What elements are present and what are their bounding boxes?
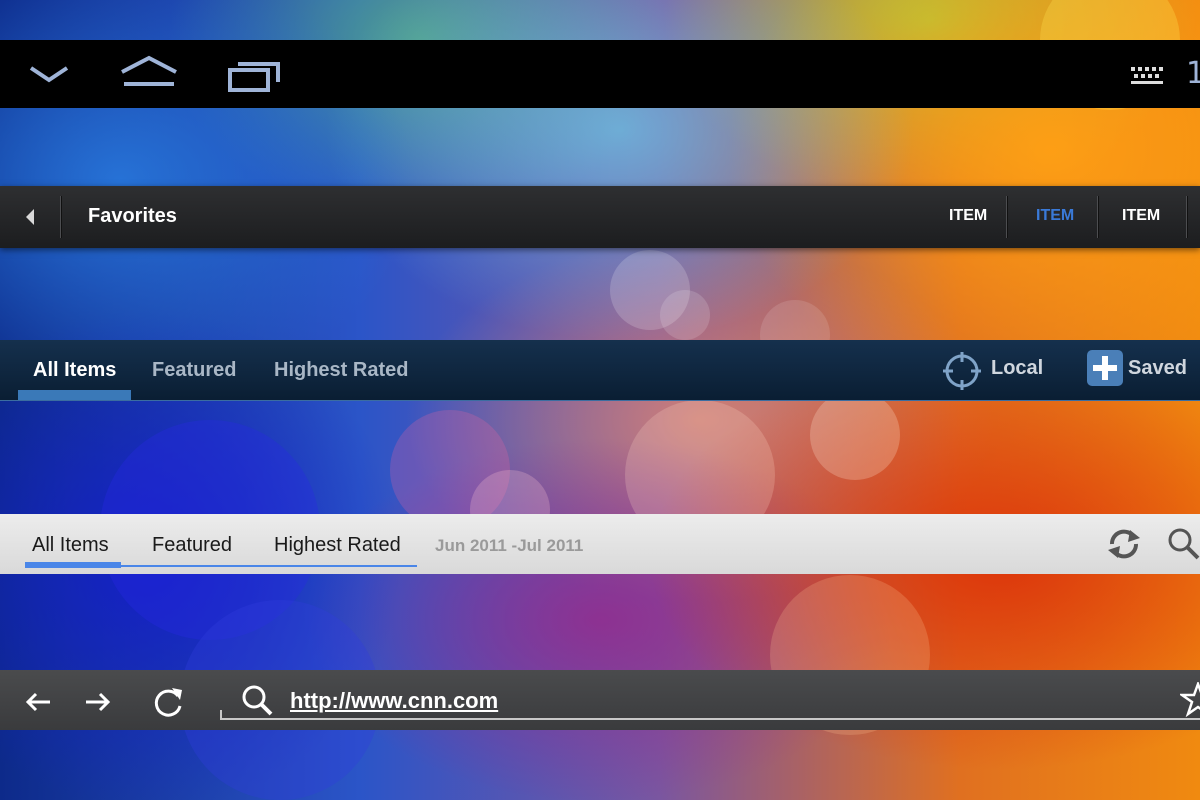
tab-all-items[interactable]: All Items [33, 359, 116, 382]
selected-tab-indicator [25, 562, 121, 568]
tab-featured[interactable]: Featured [152, 359, 236, 382]
divider [60, 196, 62, 238]
url-field[interactable]: http://www.cnn.com [290, 688, 498, 714]
local-button[interactable]: Local [991, 357, 1043, 380]
reload-icon[interactable] [150, 684, 186, 720]
action-item-2[interactable]: ITEM [1036, 207, 1074, 225]
caret-left-icon[interactable] [18, 205, 44, 229]
saved-button[interactable]: Saved [1128, 357, 1187, 380]
action-bar: Favorites ITEM ITEM ITEM [0, 186, 1200, 248]
tab-featured[interactable]: Featured [152, 534, 232, 557]
system-navigation-bar: 1 [0, 40, 1200, 108]
tab-all-items[interactable]: All Items [32, 534, 109, 557]
action-item-1[interactable]: ITEM [949, 207, 987, 225]
date-range-label: Jun 2011 -Jul 2011 [435, 536, 584, 555]
home-icon[interactable] [118, 54, 180, 90]
bokeh-circle [810, 390, 900, 480]
action-item-3[interactable]: ITEM [1122, 207, 1160, 225]
keyboard-icon[interactable] [1130, 66, 1164, 86]
divider [1097, 196, 1099, 238]
dark-tab-bar: All Items Featured Highest Rated Local S… [0, 340, 1200, 401]
add-icon[interactable] [1086, 349, 1124, 387]
browser-toolbar: http://www.cnn.com [0, 670, 1200, 730]
back-chevron-icon[interactable] [28, 64, 70, 86]
search-icon[interactable] [1166, 526, 1200, 562]
clock-text: 1 [1186, 56, 1200, 91]
tab-highest-rated[interactable]: Highest Rated [274, 534, 401, 557]
tab-highest-rated[interactable]: Highest Rated [274, 359, 408, 382]
divider [1186, 196, 1188, 238]
selected-tab-indicator [18, 390, 131, 400]
light-tab-bar: All Items Featured Highest Rated Jun 201… [0, 514, 1200, 574]
url-underline [220, 718, 1200, 720]
divider [1006, 196, 1008, 238]
recent-apps-icon[interactable] [228, 58, 282, 94]
url-underline-tick [220, 710, 222, 720]
bokeh-circle [660, 290, 710, 340]
locate-icon[interactable] [942, 351, 982, 391]
back-arrow-icon[interactable] [24, 690, 54, 714]
action-bar-title: Favorites [88, 205, 177, 227]
search-icon [242, 685, 273, 716]
forward-arrow-icon[interactable] [82, 690, 112, 714]
refresh-icon[interactable] [1104, 524, 1144, 564]
star-icon[interactable] [1180, 682, 1200, 718]
